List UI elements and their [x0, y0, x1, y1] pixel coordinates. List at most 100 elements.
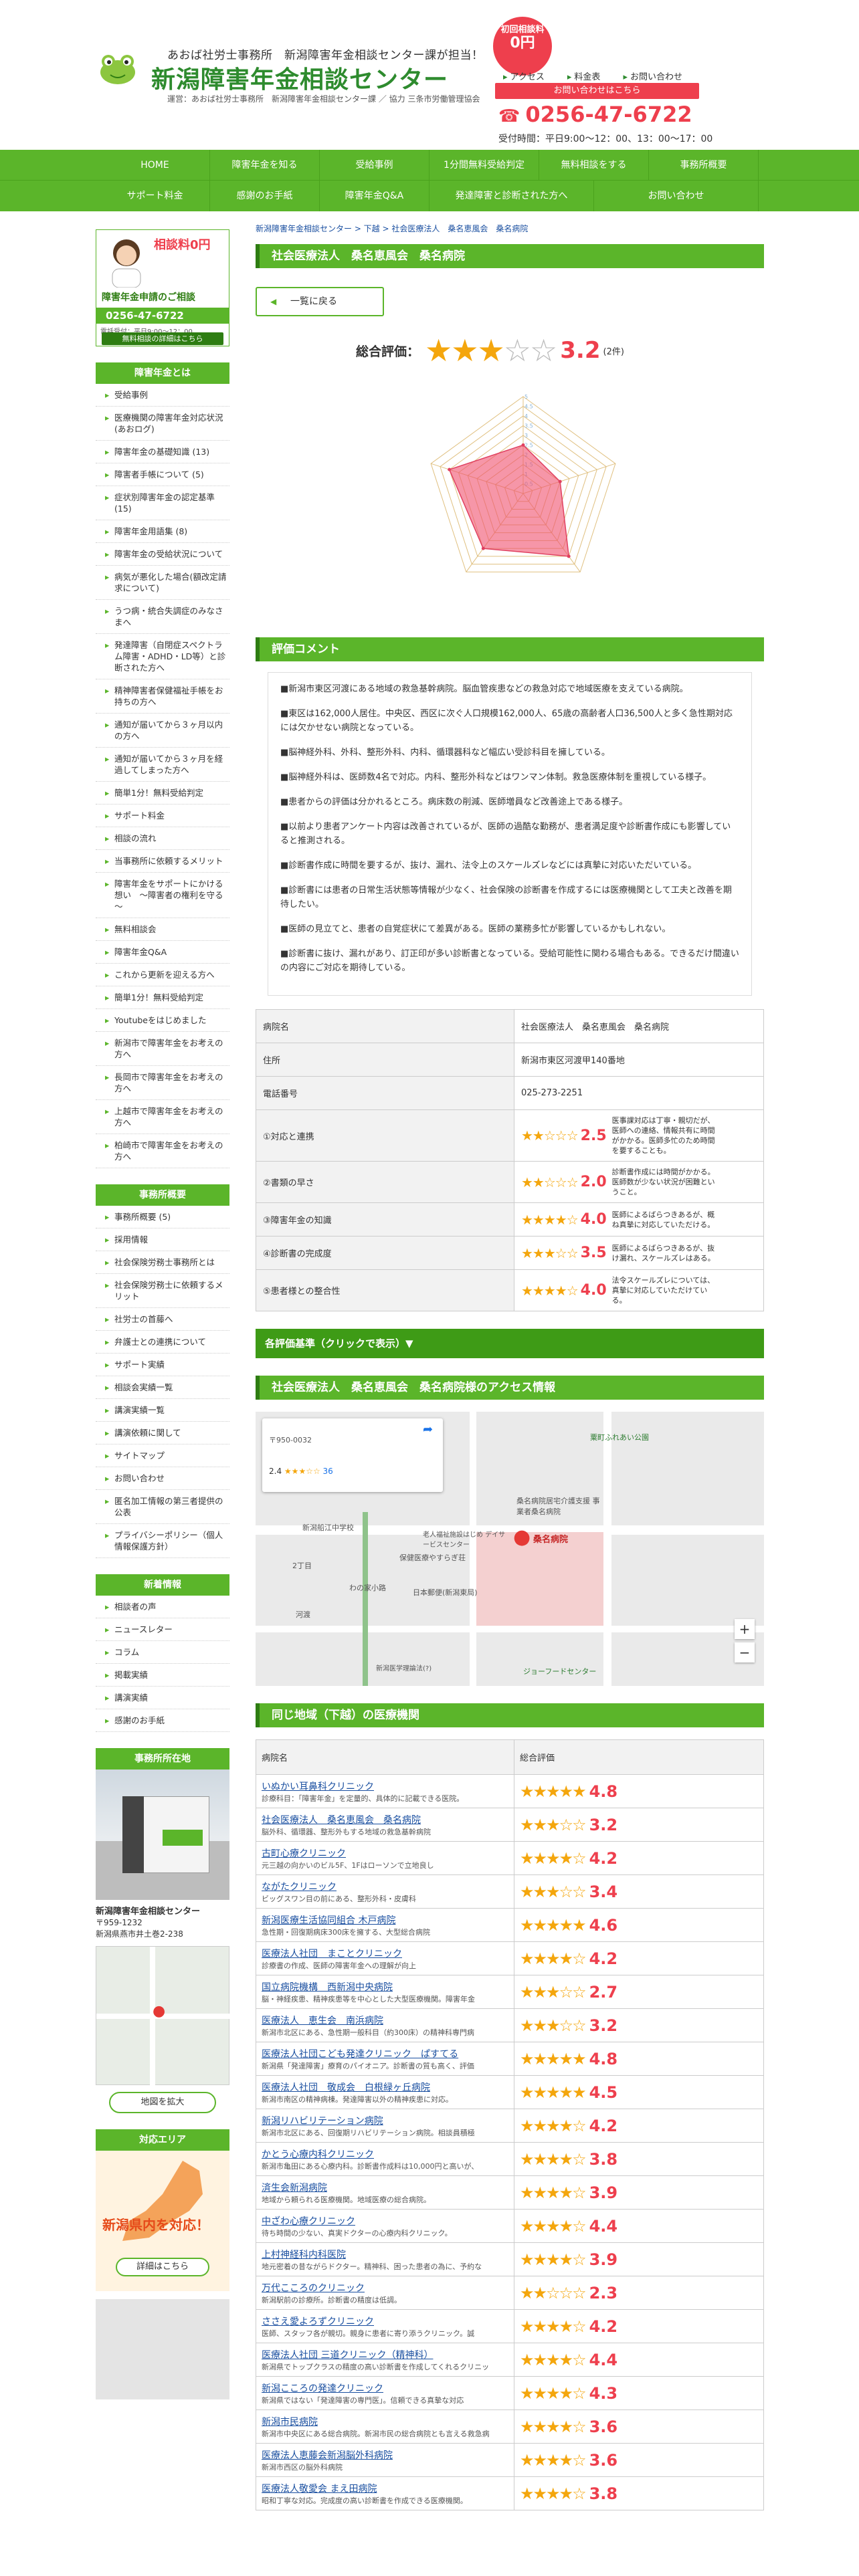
gnav-free-consult[interactable]: 無料相談をする — [539, 150, 649, 180]
related-hospital-link[interactable]: 医療法人敬愛会 まえ田病院 — [262, 2482, 508, 2495]
info-value[interactable]: 025-273-2251 — [514, 1076, 764, 1110]
hospital-pin-icon[interactable]: ● — [513, 1525, 531, 1549]
office-mini-map[interactable]: ● — [96, 1946, 230, 2086]
sidebar-link[interactable]: 新潟市で障害年金をお考えの方へ — [96, 1032, 229, 1066]
sidebar-link[interactable]: 精神障害者保健福祉手帳をお持ちの方へ — [96, 679, 229, 714]
gnav-support-fees[interactable]: サポート料金 — [100, 181, 210, 211]
sidebar-link[interactable]: 病気が悪化した場合(額改定請求について) — [96, 566, 229, 600]
related-hospital-link[interactable]: 新潟リハビリテーション病院 — [262, 2114, 508, 2127]
sidebar-link[interactable]: うつ病・統合失調症のみなさまへ — [96, 600, 229, 634]
sidebar-link[interactable]: これから更新を迎える方へ — [96, 964, 229, 986]
related-hospital-link[interactable]: 新潟市民病院 — [262, 2415, 508, 2428]
gnav-developmental[interactable]: 発達障害と診断された方へ — [430, 181, 594, 211]
header-nav-contact[interactable]: お問い合わせ — [623, 72, 682, 82]
related-hospital-link[interactable]: 医療法人社団 三道クリニック（精神科） — [262, 2348, 508, 2361]
gnav-thank-letters[interactable]: 感謝のお手紙 — [210, 181, 320, 211]
card-phone[interactable]: 0256-47-6722 — [96, 308, 229, 324]
sidebar-link[interactable]: サポート料金 — [96, 804, 229, 827]
sidebar-link[interactable]: プライバシーポリシー（個人情報保護方針） — [96, 1524, 229, 1558]
sidebar-link[interactable]: 障害年金の基礎知識 (13) — [96, 441, 229, 463]
related-hospital-link[interactable]: 医療法人社団 敬成会 白根緑ヶ丘病院 — [262, 2080, 508, 2094]
header-nav-access[interactable]: アクセス — [503, 72, 545, 82]
sidebar-link[interactable]: 無料相談会 — [96, 918, 229, 941]
area-banner[interactable]: 新潟県内を対応！ 詳細はこちら — [96, 2151, 229, 2291]
directions-icon[interactable]: ➦ — [423, 1422, 433, 1436]
related-hospital-link[interactable]: 医療法人社団 まことクリニック — [262, 1947, 508, 1960]
gnav-contact[interactable]: お問い合わせ — [594, 181, 759, 211]
sidebar-link[interactable]: お問い合わせ — [96, 1467, 229, 1490]
gnav-cases[interactable]: 受給事例 — [320, 150, 430, 180]
sidebar-link[interactable]: 簡単1分！無料受給判定 — [96, 782, 229, 804]
related-hospital-link[interactable]: 国立病院機構 西新潟中央病院 — [262, 1980, 508, 1994]
sidebar-link[interactable]: 障害年金の受給状況について — [96, 543, 229, 566]
sidebar-link[interactable]: 採用情報 — [96, 1228, 229, 1251]
gnav-office[interactable]: 事務所概要 — [649, 150, 759, 180]
sidebar-link[interactable]: ニュースレター — [96, 1618, 229, 1641]
sidebar-link[interactable]: 症状別障害年金の認定基準 (15) — [96, 486, 229, 520]
sidebar-link[interactable]: 発達障害（自閉症スペクトラム障害・ADHD・LD等）と診断された方へ — [96, 634, 229, 679]
sidebar-link[interactable]: 弁護士との連携について — [96, 1331, 229, 1354]
sidebar-link[interactable]: 感謝のお手紙 — [96, 1709, 229, 1732]
sidebar-link[interactable]: コラム — [96, 1641, 229, 1664]
related-hospital-link[interactable]: 済生会新潟病院 — [262, 2181, 508, 2194]
sidebar-link[interactable]: 通知が届いてから３ヶ月を経過してしまった方へ — [96, 748, 229, 782]
zoom-out-icon[interactable]: − — [735, 1642, 755, 1662]
gnav-home[interactable]: HOME — [100, 150, 210, 180]
sidebar-link[interactable]: 通知が届いてから３ヶ月以内の方へ — [96, 714, 229, 748]
related-hospital-link[interactable]: ながたクリニック — [262, 1880, 508, 1893]
related-hospital-link[interactable]: かとう心療内科クリニック — [262, 2147, 508, 2161]
related-hospital-link[interactable]: ささえ愛よろずクリニック — [262, 2315, 508, 2328]
enlarge-map-button[interactable]: 地図を拡大 — [109, 2092, 216, 2113]
consult-card[interactable]: 相談料0円 障害年金申請のご相談 0256-47-6722 電話受付：平日9:0… — [96, 229, 229, 346]
sidebar-link[interactable]: 匿名加工情報の第三者提供の公表 — [96, 1490, 229, 1524]
related-hospital-link[interactable]: 医療法人社団こども発達クリニック ぱすてる — [262, 2047, 508, 2060]
sidebar-link[interactable]: Youtubeをはじめました — [96, 1009, 229, 1032]
sidebar-link[interactable]: 上越市で障害年金をお考えの方へ — [96, 1100, 229, 1134]
sidebar-link[interactable]: 柏崎市で障害年金をお考えの方へ — [96, 1134, 229, 1168]
sidebar-link[interactable]: 障害年金をサポートにかける想い ～障害者の権利を守る～ — [96, 873, 229, 918]
sidebar-link[interactable]: 講演依頼に関して — [96, 1422, 229, 1444]
area-detail-button[interactable]: 詳細はこちら — [116, 2258, 209, 2276]
related-hospital-link[interactable]: 中ざわ心療クリニック — [262, 2214, 508, 2228]
sidebar-link[interactable]: サイトマップ — [96, 1444, 229, 1467]
sidebar-link[interactable]: 障害年金用語集 (8) — [96, 520, 229, 543]
sidebar-link[interactable]: 障害者手帳について (5) — [96, 463, 229, 486]
related-hospital-link[interactable]: 万代こころのクリニック — [262, 2281, 508, 2294]
card-detail-button[interactable]: 無料相談の詳細はこちら — [102, 332, 223, 345]
sidebar-link[interactable]: 社労士の首藤へ — [96, 1308, 229, 1331]
sidebar-link[interactable]: 障害年金Q&A — [96, 941, 229, 964]
gnav-quick-check[interactable]: 1分間無料受給判定 — [430, 150, 539, 180]
inquiry-button[interactable]: お問い合わせはこちら — [495, 83, 699, 99]
related-hospital-link[interactable]: 医療法人 恵生会 南浜病院 — [262, 2014, 508, 2027]
sidebar-link[interactable]: 長岡市で障害年金をお考えの方へ — [96, 1066, 229, 1100]
sidebar-link[interactable]: 講演実績 — [96, 1687, 229, 1709]
criteria-toggle[interactable]: 各評価基準（クリックで表示）▼ — [256, 1329, 764, 1358]
sidebar-link[interactable]: 受給事例 — [96, 384, 229, 407]
sidebar-link[interactable]: 相談者の声 — [96, 1596, 229, 1618]
access-map[interactable]: 〒950-0032 2.4 ★★★☆☆ 36 ➦ ● 桑名病院 新潟船江中学校 … — [256, 1412, 764, 1686]
related-hospital-link[interactable]: 新潟こころの発達クリニック — [262, 2381, 508, 2395]
map-card-count[interactable]: 36 — [323, 1467, 333, 1476]
related-hospital-link[interactable]: 上村神経科内科医院 — [262, 2248, 508, 2261]
related-hospital-link[interactable]: 古町心療クリニック — [262, 1846, 508, 1860]
sidebar-link[interactable]: 医療機関の障害年金対応状況(あおログ) — [96, 407, 229, 441]
sidebar-link[interactable]: 当事務所に依頼するメリット — [96, 850, 229, 873]
header-phone[interactable]: 0256-47-6722 — [498, 102, 692, 127]
related-hospital-link[interactable]: 新潟医療生活協同組合 木戸病院 — [262, 1913, 508, 1927]
sidebar-link[interactable]: 社会保険労務士事務所とは — [96, 1251, 229, 1274]
gnav-about-pension[interactable]: 障害年金を知る — [210, 150, 320, 180]
gnav-qa[interactable]: 障害年金Q&A — [320, 181, 430, 211]
sidebar-link[interactable]: 社会保険労務士に依頼するメリット — [96, 1274, 229, 1308]
sidebar-link[interactable]: 講演実績一覧 — [96, 1399, 229, 1422]
sidebar-link[interactable]: 相談会実績一覧 — [96, 1376, 229, 1399]
sidebar-link[interactable]: 相談の流れ — [96, 827, 229, 850]
frog-logo-icon[interactable] — [97, 47, 138, 88]
header-nav-fees[interactable]: 料金表 — [567, 72, 601, 82]
sidebar-link[interactable]: サポート実績 — [96, 1354, 229, 1376]
related-hospital-link[interactable]: 社会医療法人 桑名恵風会 桑名病院 — [262, 1813, 508, 1826]
related-hospital-link[interactable]: 医療法人恵藤会新潟脳外科病院 — [262, 2448, 508, 2462]
sidebar-link[interactable]: 掲載実績 — [96, 1664, 229, 1687]
breadcrumb[interactable]: 新潟障害年金相談センター > 下越 > 社会医療法人 桑名恵風会 桑名病院 — [256, 223, 764, 236]
zoom-in-icon[interactable]: + — [735, 1619, 755, 1639]
sidebar-link[interactable]: 事務所概要 (5) — [96, 1206, 229, 1228]
